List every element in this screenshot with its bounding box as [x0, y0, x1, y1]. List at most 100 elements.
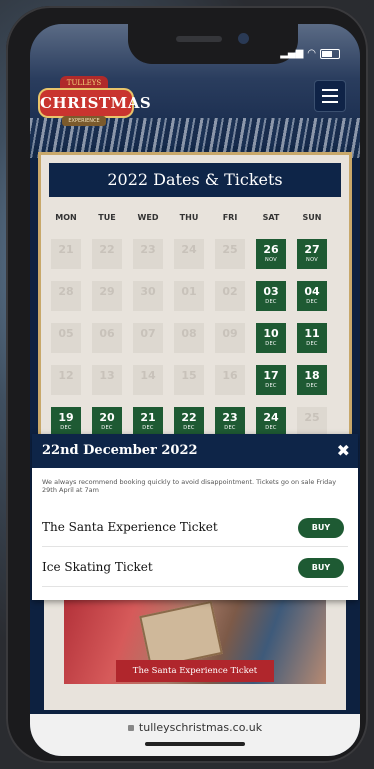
calendar-day[interactable]: 27 NOV	[297, 239, 327, 269]
calendar-day: 05	[51, 323, 81, 353]
ticket-name: Ice Skating Ticket	[42, 560, 153, 574]
weekday-thu: THU	[179, 213, 199, 222]
weekday-wed: WED	[137, 213, 159, 222]
day-number: 21	[140, 411, 156, 424]
calendar-day[interactable]: 17 DEC	[256, 365, 286, 395]
weekday-mon: MON	[55, 213, 77, 222]
buy-button-santa[interactable]: BUY	[298, 518, 344, 538]
site-logo[interactable]: TULLEYS CHRISTMAS EXPERIENCE	[38, 76, 151, 130]
day-month: DEC	[306, 299, 318, 305]
calendar-day: 08	[174, 323, 204, 353]
calendar: 2022 Dates & Tickets MON TUE WED THU FRI SAT S…	[38, 152, 352, 472]
day-number: 16	[222, 369, 238, 382]
day-number: 25	[304, 411, 320, 424]
calendar-day[interactable]: 20 DEC	[92, 407, 122, 437]
calendar-day[interactable]: 03 DEC	[256, 281, 286, 311]
calendar-day[interactable]: 18 DEC	[297, 365, 327, 395]
calendar-day: 02	[215, 281, 245, 311]
day-number: 11	[304, 327, 320, 340]
feature-card[interactable]: The Santa Experience Ticket	[44, 600, 346, 710]
day-number: 06	[99, 327, 115, 340]
day-month: DEC	[183, 425, 195, 431]
wifi-icon: ◠	[307, 48, 316, 59]
calendar-day[interactable]: 11 DEC	[297, 323, 327, 353]
calendar-day: 23	[133, 239, 163, 269]
calendar-day: 29	[92, 281, 122, 311]
calendar-day: 07	[133, 323, 163, 353]
status-bar: ▂▄▆ ◠	[280, 48, 340, 59]
modal-note: We always recommend booking quickly to a…	[42, 478, 337, 494]
calendar-day[interactable]: 04 DEC	[297, 281, 327, 311]
day-number: 29	[99, 285, 115, 298]
day-number: 09	[222, 327, 238, 340]
day-number: 20	[99, 411, 115, 424]
calendar-day: 12	[51, 365, 81, 395]
calendar-day[interactable]: 23 DEC	[215, 407, 245, 437]
calendar-day: 28	[51, 281, 81, 311]
day-month: DEC	[265, 383, 277, 389]
day-number: 23	[222, 411, 238, 424]
weekday-sun: SUN	[302, 213, 322, 222]
day-month: NOV	[265, 257, 277, 263]
day-number: 03	[263, 285, 279, 298]
day-number: 24	[181, 243, 197, 256]
feature-caption: The Santa Experience Ticket	[116, 660, 274, 682]
url-value: tulleyschristmas.co.uk	[138, 721, 263, 734]
calendar-day: 09	[215, 323, 245, 353]
modal-title: 22nd December 2022	[42, 443, 198, 458]
calendar-day[interactable]: 19 DEC	[51, 407, 81, 437]
day-number: 27	[304, 243, 320, 256]
calendar-day: 01	[174, 281, 204, 311]
lock-icon	[127, 725, 134, 731]
calendar-day: 22	[92, 239, 122, 269]
calendar-day[interactable]: 24 DEC	[256, 407, 286, 437]
calendar-day: 06	[92, 323, 122, 353]
calendar-day: 15	[174, 365, 204, 395]
front-camera	[238, 33, 249, 44]
calendar-day: 30	[133, 281, 163, 311]
day-number: 04	[304, 285, 320, 298]
battery-icon	[320, 48, 340, 59]
day-number: 12	[58, 369, 74, 382]
day-month: DEC	[306, 383, 318, 389]
day-month: DEC	[142, 425, 154, 431]
day-month: DEC	[101, 425, 113, 431]
modal-header: 22nd December 2022 ✖	[32, 434, 358, 468]
day-number: 21	[58, 243, 74, 256]
day-number: 25	[222, 243, 238, 256]
phone-screen: ▂▄▆ ◠ TULLEYS CHRISTMAS EXPERIENCE 2022 …	[30, 24, 360, 756]
calendar-day: 21	[51, 239, 81, 269]
phone-frame: ▂▄▆ ◠ TULLEYS CHRISTMAS EXPERIENCE 2022 …	[6, 6, 368, 763]
home-indicator[interactable]	[145, 742, 245, 746]
calendar-day: 16	[215, 365, 245, 395]
calendar-day[interactable]: 22 DEC	[174, 407, 204, 437]
calendar-day[interactable]: 26 NOV	[256, 239, 286, 269]
calendar-day[interactable]: 21 DEC	[133, 407, 163, 437]
day-month: DEC	[60, 425, 72, 431]
day-month: DEC	[224, 425, 236, 431]
hamburger-menu-icon[interactable]	[314, 80, 346, 112]
day-month: NOV	[306, 257, 318, 263]
ticket-row-santa: The Santa Experience Ticket BUY	[42, 508, 348, 547]
book-graphic	[139, 600, 223, 670]
day-number: 02	[222, 285, 238, 298]
buy-button-ice-skating[interactable]: BUY	[298, 558, 344, 578]
signal-icon: ▂▄▆	[280, 48, 304, 59]
day-number: 05	[58, 327, 74, 340]
feature-section: The Santa Experience Ticket	[30, 600, 360, 720]
close-icon[interactable]: ✖	[337, 434, 350, 468]
day-number: 17	[263, 369, 279, 382]
browser-url-bar[interactable]: tulleyschristmas.co.uk	[30, 714, 360, 756]
calendar-day[interactable]: 10 DEC	[256, 323, 286, 353]
day-number: 24	[263, 411, 279, 424]
day-month: DEC	[306, 341, 318, 347]
day-number: 10	[263, 327, 279, 340]
ticket-row-ice-skating: Ice Skating Ticket BUY	[42, 548, 348, 587]
day-number: 26	[263, 243, 279, 256]
day-number: 30	[140, 285, 156, 298]
weekday-sat: SAT	[262, 213, 280, 222]
logo-main-text: CHRISTMAS	[38, 88, 151, 118]
weekday-fri: FRI	[222, 213, 238, 222]
day-number: 13	[99, 369, 115, 382]
calendar-day: 14	[133, 365, 163, 395]
